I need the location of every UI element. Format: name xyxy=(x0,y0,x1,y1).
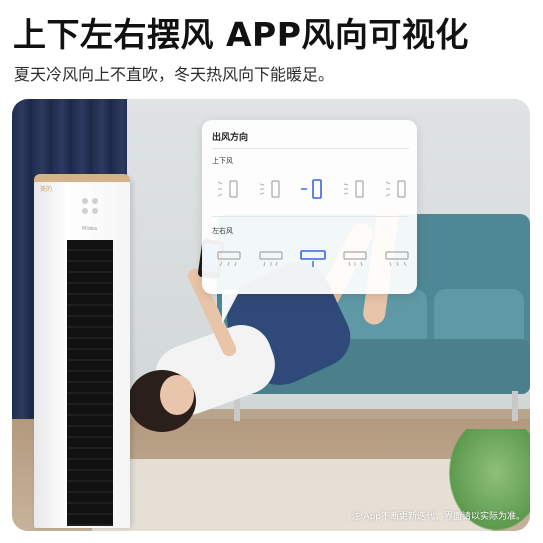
ac-logo: 美的 xyxy=(40,186,53,193)
vertical-swing-option-4[interactable] xyxy=(340,176,370,202)
louver-right-icon xyxy=(385,251,409,267)
louver-down-mid-icon xyxy=(343,180,364,198)
louver-left-icon xyxy=(217,251,241,267)
sofa-leg xyxy=(512,391,518,421)
ac-top-trim xyxy=(34,174,130,182)
panel-speech-tail xyxy=(222,290,240,324)
ac-control-button xyxy=(92,198,98,204)
vertical-swing-option-1[interactable] xyxy=(214,176,244,202)
vertical-swing-label: 上下风 xyxy=(212,157,233,165)
horizontal-swing-option-1[interactable] xyxy=(214,246,244,272)
horizontal-swing-option-3-selected[interactable] xyxy=(298,246,328,272)
horizontal-swing-option-2[interactable] xyxy=(256,246,286,272)
ac-brand: Midea xyxy=(82,226,98,232)
horizontal-swing-options xyxy=(212,246,409,272)
ac-air-outlet-grille xyxy=(67,240,113,526)
horizontal-swing-option-5[interactable] xyxy=(382,246,412,272)
horizontal-swing-option-4[interactable] xyxy=(340,246,370,272)
panel-divider xyxy=(212,148,409,149)
louver-right-mid-icon xyxy=(343,251,367,267)
louver-up-mid-icon xyxy=(259,180,280,198)
section-divider xyxy=(212,216,409,217)
panel-title: 出风方向 xyxy=(212,133,249,143)
vertical-swing-option-2[interactable] xyxy=(256,176,286,202)
subline: 夏天冷风向上不直吹，冬天热风向下能暖足。 xyxy=(14,65,335,84)
person-face xyxy=(160,375,194,415)
louver-up-icon xyxy=(217,180,238,198)
disclaimer-note: 注:App不断更新迭代，界面请以实际为准。 xyxy=(351,512,525,522)
vertical-swing-options xyxy=(212,176,409,202)
louver-down-icon xyxy=(385,180,406,198)
ac-control-button xyxy=(82,198,88,204)
headline: 上下左右摆风 APP风向可视化 xyxy=(13,15,469,54)
vertical-swing-option-3-selected[interactable] xyxy=(298,176,328,202)
louver-left-mid-icon xyxy=(259,251,283,267)
ac-control-button xyxy=(92,208,98,214)
horizontal-swing-label: 左右风 xyxy=(212,227,233,235)
louver-center-horizontal-icon xyxy=(300,250,326,267)
ac-control-button xyxy=(82,208,88,214)
louver-center-icon xyxy=(301,179,322,199)
vertical-swing-option-5[interactable] xyxy=(382,176,412,202)
